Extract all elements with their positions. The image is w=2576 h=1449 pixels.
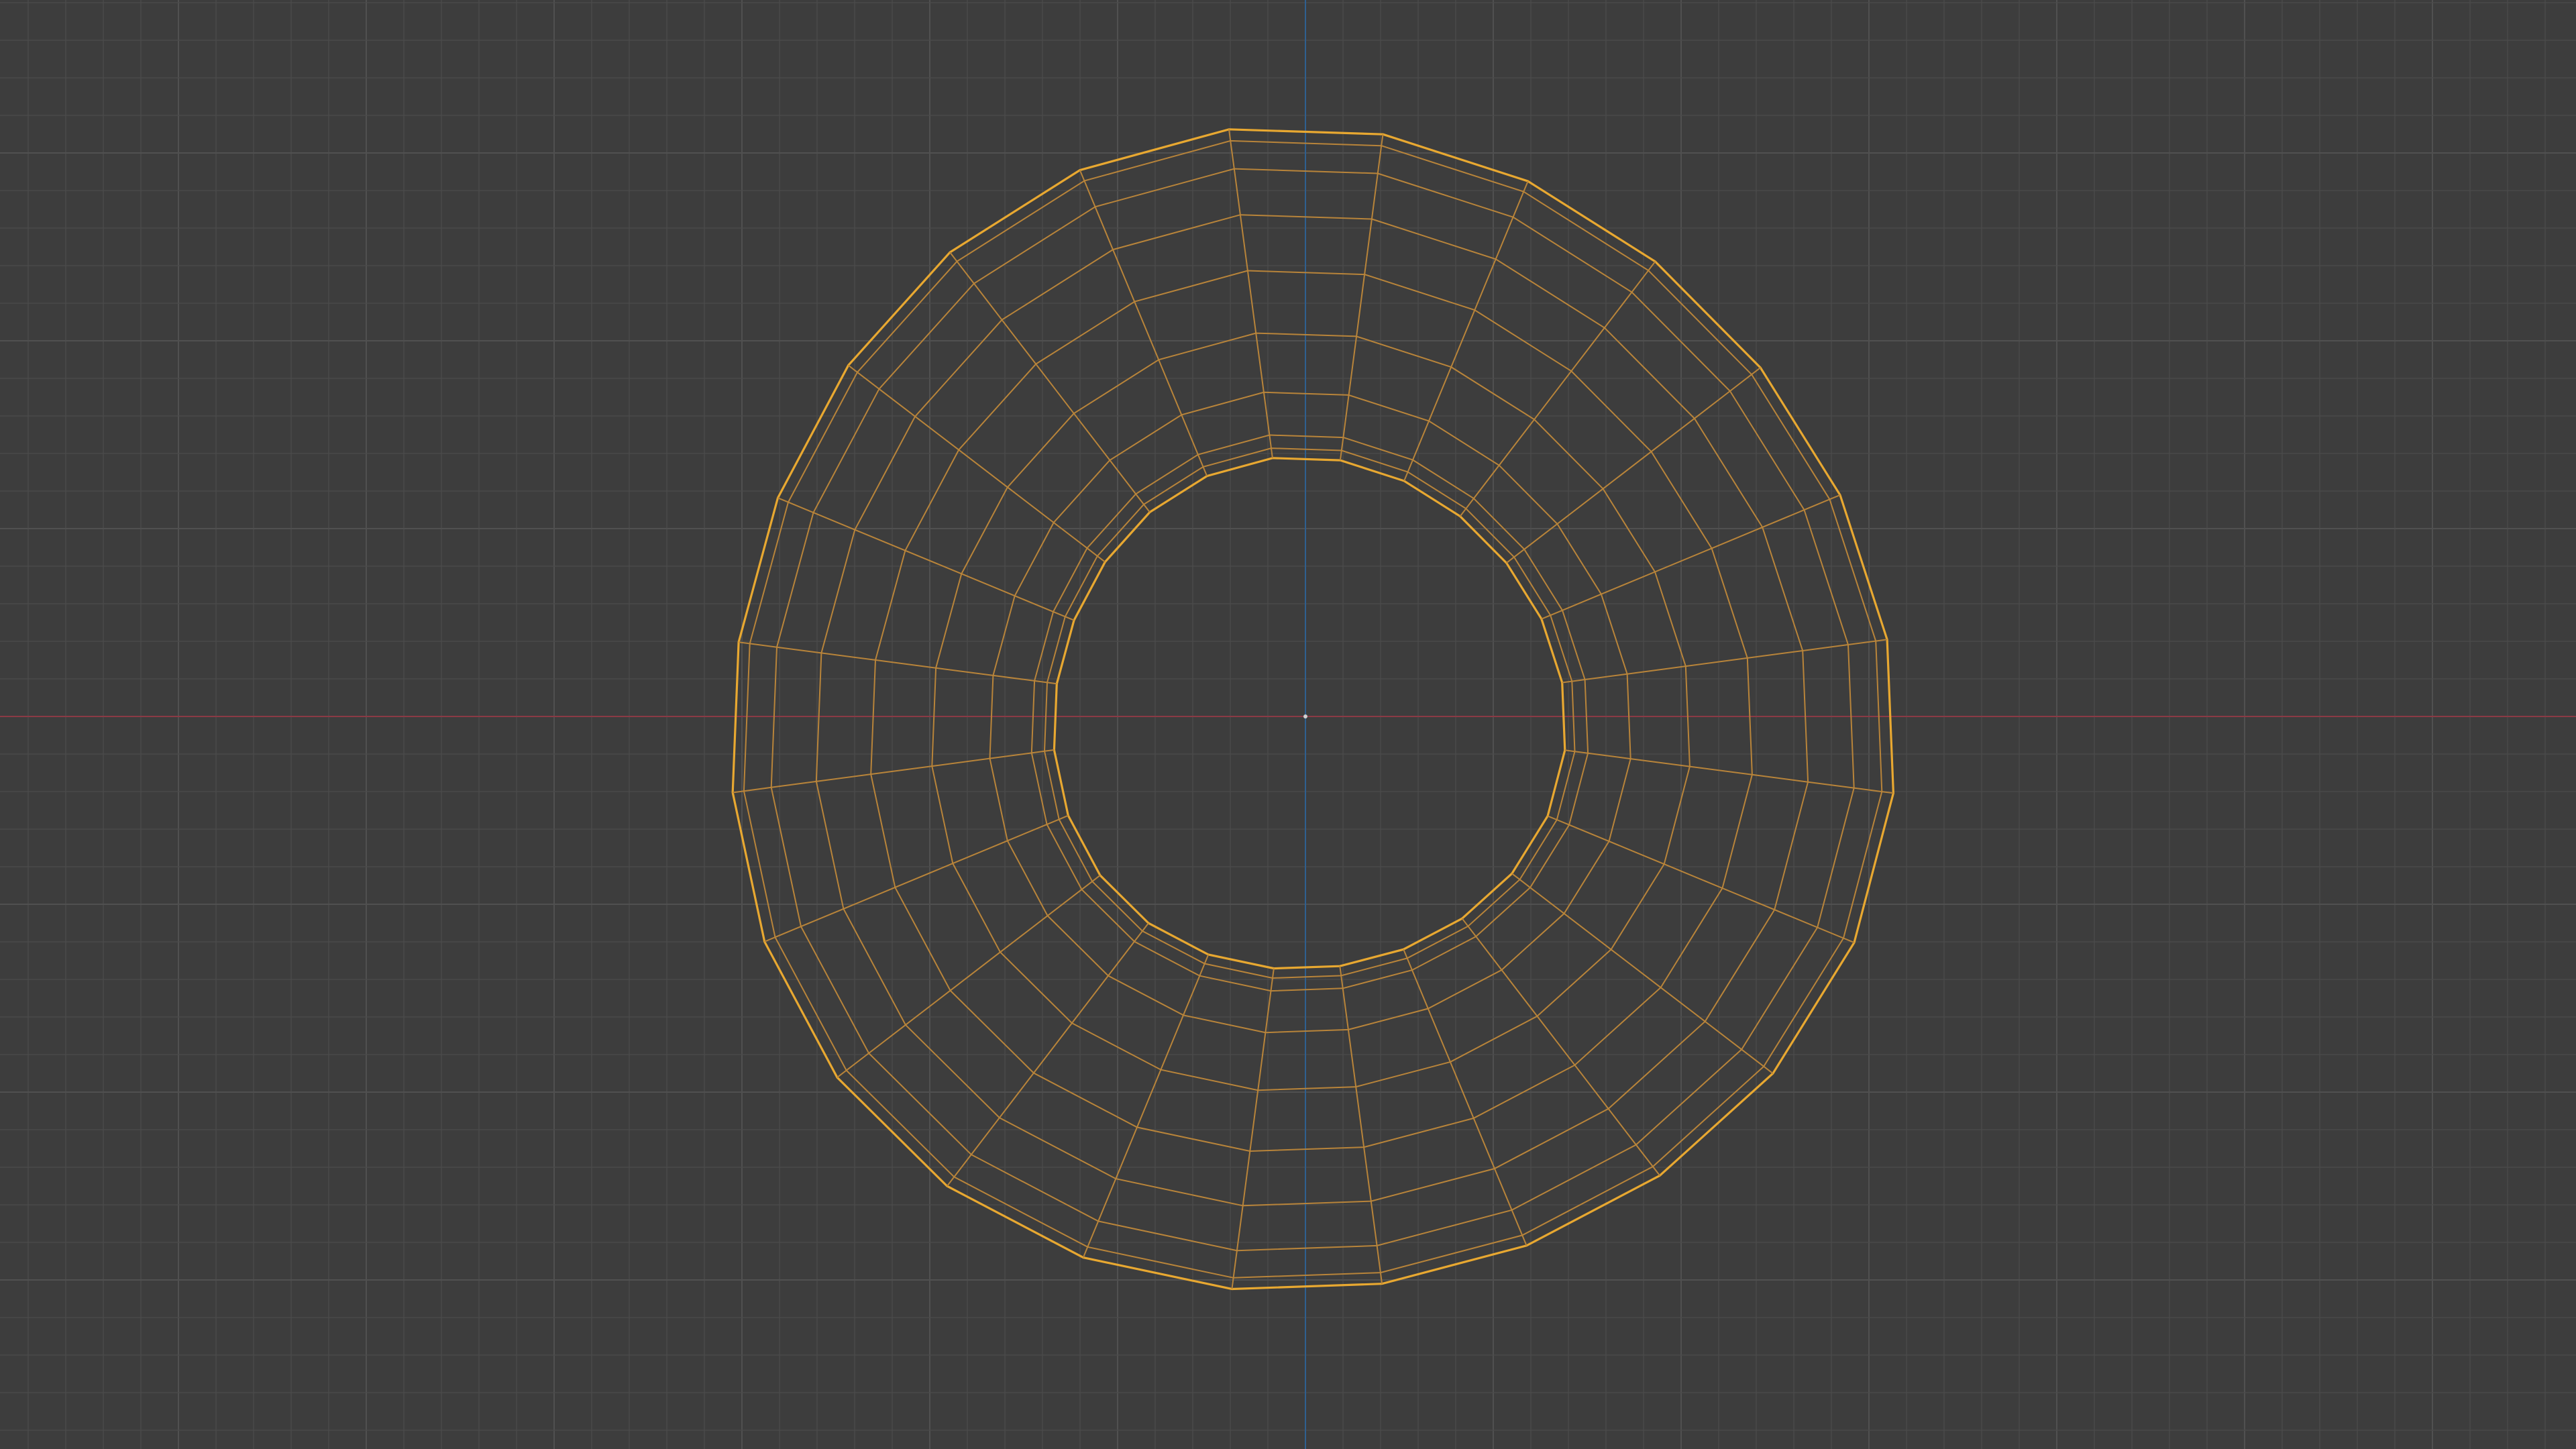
torus-ring-edge: [815, 214, 1809, 1207]
torus-segment-edge: [1511, 873, 1774, 1074]
torus-segment-edge: [738, 641, 1057, 685]
torus-ring-edge: [870, 270, 1753, 1152]
torus-segment-edge: [777, 497, 1075, 621]
torus-segment-edge: [1403, 180, 1529, 482]
object-origin[interactable]: [1303, 714, 1307, 718]
torus-ring-edge: [743, 140, 1883, 1279]
torus-segment-edge: [1079, 170, 1208, 476]
torus-segment-edge: [1564, 749, 1894, 794]
torus-segment-edge: [1506, 367, 1761, 564]
torus-segment-edge: [837, 875, 1101, 1078]
torus-segment-edge: [733, 749, 1055, 794]
torus-segment-edge: [1562, 639, 1888, 684]
torus-segment-edge: [1228, 129, 1273, 458]
torus-ring-edge: [1030, 434, 1589, 992]
torus-segment-edge: [949, 252, 1150, 513]
floor-grid: [0, 0, 2576, 1449]
torus-segment-edge: [1541, 494, 1841, 620]
torus-segment-edge: [1403, 949, 1527, 1246]
torus-segment-edge: [1459, 261, 1656, 517]
3d-viewport[interactable]: [0, 0, 2576, 1449]
torus-segment-edge: [1339, 134, 1384, 461]
viewport-canvas[interactable]: [0, 0, 2576, 1449]
torus-segment-edge: [764, 814, 1069, 943]
torus-silhouette-edge: [1053, 457, 1566, 970]
torus-segment-edge: [1082, 954, 1210, 1258]
torus-segment-edge: [1461, 918, 1660, 1177]
torus-segment-edge: [1339, 966, 1383, 1284]
torus-ring-edge: [989, 391, 1631, 1034]
torus-segment-edge: [847, 364, 1106, 563]
